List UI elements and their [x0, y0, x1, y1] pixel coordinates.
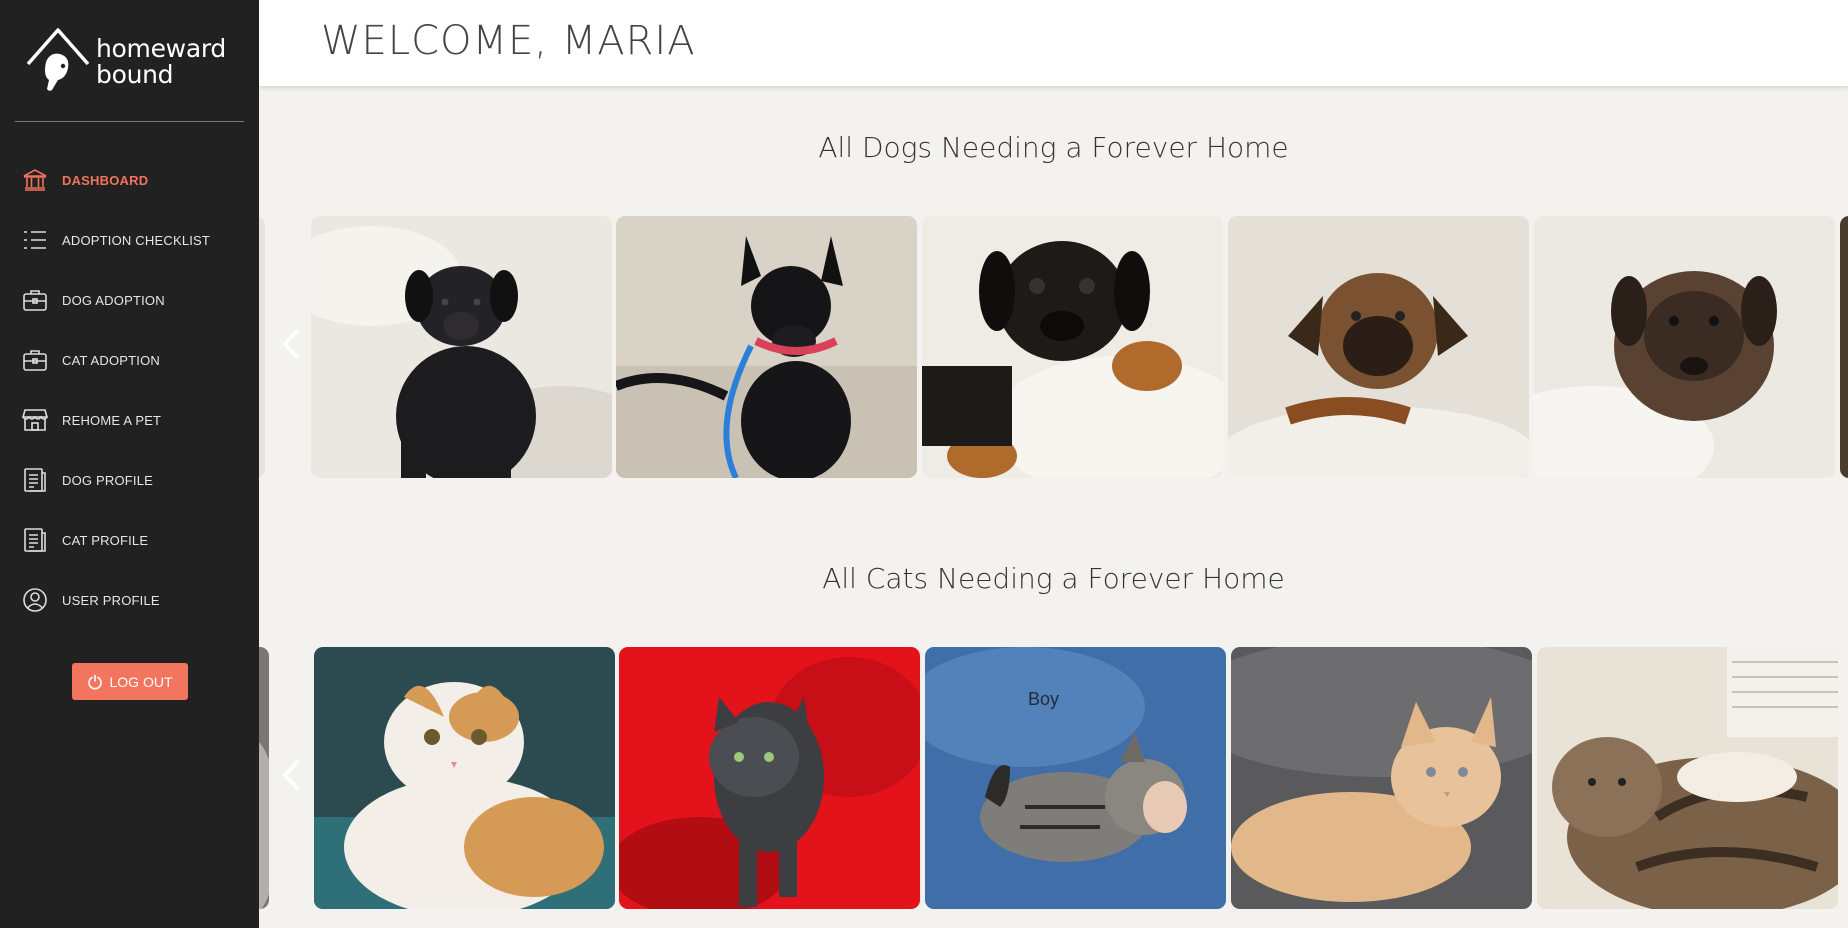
black-tan-puppy-photo: [922, 216, 1223, 478]
briefcase-icon: [22, 347, 48, 373]
sidebar-item-adoption-checklist[interactable]: ADOPTION CHECKLIST: [0, 210, 259, 270]
header: WELCOME, MARIA: [259, 0, 1848, 86]
cats-prev-chevron-icon[interactable]: [275, 750, 305, 800]
cats-carousel: Boy: [259, 647, 1848, 909]
store-icon: [22, 407, 48, 433]
sidebar-item-label: DOG ADOPTION: [62, 292, 165, 308]
briefcase-icon: [22, 287, 48, 313]
sidebar-item-cat-adoption[interactable]: CAT ADOPTION: [0, 330, 259, 390]
list-icon: [22, 227, 48, 253]
logo-text: homeward bound: [96, 36, 226, 88]
cats-section-title: All Cats Needing a Forever Home: [822, 562, 1285, 595]
sidebar-nav: DASHBOARD ADOPTION CHECKLIST DOG ADOPTIO…: [0, 150, 259, 630]
document-icon: [22, 467, 48, 493]
sidebar-item-dashboard[interactable]: DASHBOARD: [0, 150, 259, 210]
user-circle-icon: [22, 587, 48, 613]
house-dog-logo-icon: [26, 28, 90, 91]
cat-card[interactable]: [619, 647, 920, 909]
dogs-section-title: All Dogs Needing a Forever Home: [818, 131, 1289, 164]
sidebar-item-label: DASHBOARD: [62, 172, 149, 188]
black-puppy-photo: [311, 216, 612, 478]
logout-button[interactable]: LOG OUT: [72, 663, 188, 700]
cat-card[interactable]: [1537, 647, 1838, 909]
dog-card-partial-left[interactable]: [259, 216, 265, 478]
sidebar-item-cat-profile[interactable]: CAT PROFILE: [0, 510, 259, 570]
sidebar-item-dog-profile[interactable]: DOG PROFILE: [0, 450, 259, 510]
page-title: WELCOME, MARIA: [321, 18, 696, 64]
sidebar-item-dog-adoption[interactable]: DOG ADOPTION: [0, 270, 259, 330]
cat-card-partial-left[interactable]: [259, 647, 269, 909]
sidebar-item-label: CAT ADOPTION: [62, 352, 160, 368]
cat-card[interactable]: Boy: [925, 647, 1226, 909]
logout-label: LOG OUT: [109, 673, 173, 690]
sidebar-item-label: DOG PROFILE: [62, 472, 154, 488]
dog-card[interactable]: [922, 216, 1223, 478]
fluffy-puppy-photo: [1534, 216, 1835, 478]
sidebar-item-label: REHOME A PET: [62, 412, 162, 428]
dog-card[interactable]: [616, 216, 917, 478]
cat-card[interactable]: [314, 647, 615, 909]
dogs-prev-chevron-icon[interactable]: [275, 319, 305, 369]
dog-card[interactable]: [311, 216, 612, 478]
sidebar-item-label: CAT PROFILE: [62, 532, 149, 548]
sidebar-divider: [15, 121, 244, 122]
gray-cat-red-blanket-photo: [619, 647, 920, 909]
logo-line2: bound: [96, 60, 174, 89]
logo[interactable]: homeward bound: [26, 26, 246, 96]
dog-card[interactable]: [1228, 216, 1529, 478]
tabby-cat-photo: [1537, 647, 1838, 909]
sidebar-item-label: ADOPTION CHECKLIST: [62, 232, 211, 248]
sidebar: homeward bound DASHBOARD ADOPTION CHECKL…: [0, 0, 259, 928]
sidebar-item-rehome-a-pet[interactable]: REHOME A PET: [0, 390, 259, 450]
logo-line1: homeward: [96, 34, 226, 63]
bank-icon: [22, 167, 48, 193]
brown-puppy-photo: [1228, 216, 1529, 478]
orange-white-cat-photo: [314, 647, 615, 909]
kitten-bed-label: Boy: [1028, 689, 1059, 709]
sidebar-item-user-profile[interactable]: USER PROFILE: [0, 570, 259, 630]
black-dog-blue-leash-photo: [616, 216, 917, 478]
orange-kitten-photo: [1231, 647, 1532, 909]
power-icon: [88, 674, 103, 689]
tabby-kitten-photo: Boy: [925, 647, 1226, 909]
sidebar-item-label: USER PROFILE: [62, 592, 160, 608]
dog-card[interactable]: [1534, 216, 1835, 478]
dogs-carousel: [259, 216, 1848, 478]
cat-card[interactable]: [1231, 647, 1532, 909]
document-icon: [22, 527, 48, 553]
dog-card-partial-right[interactable]: [1840, 216, 1848, 478]
